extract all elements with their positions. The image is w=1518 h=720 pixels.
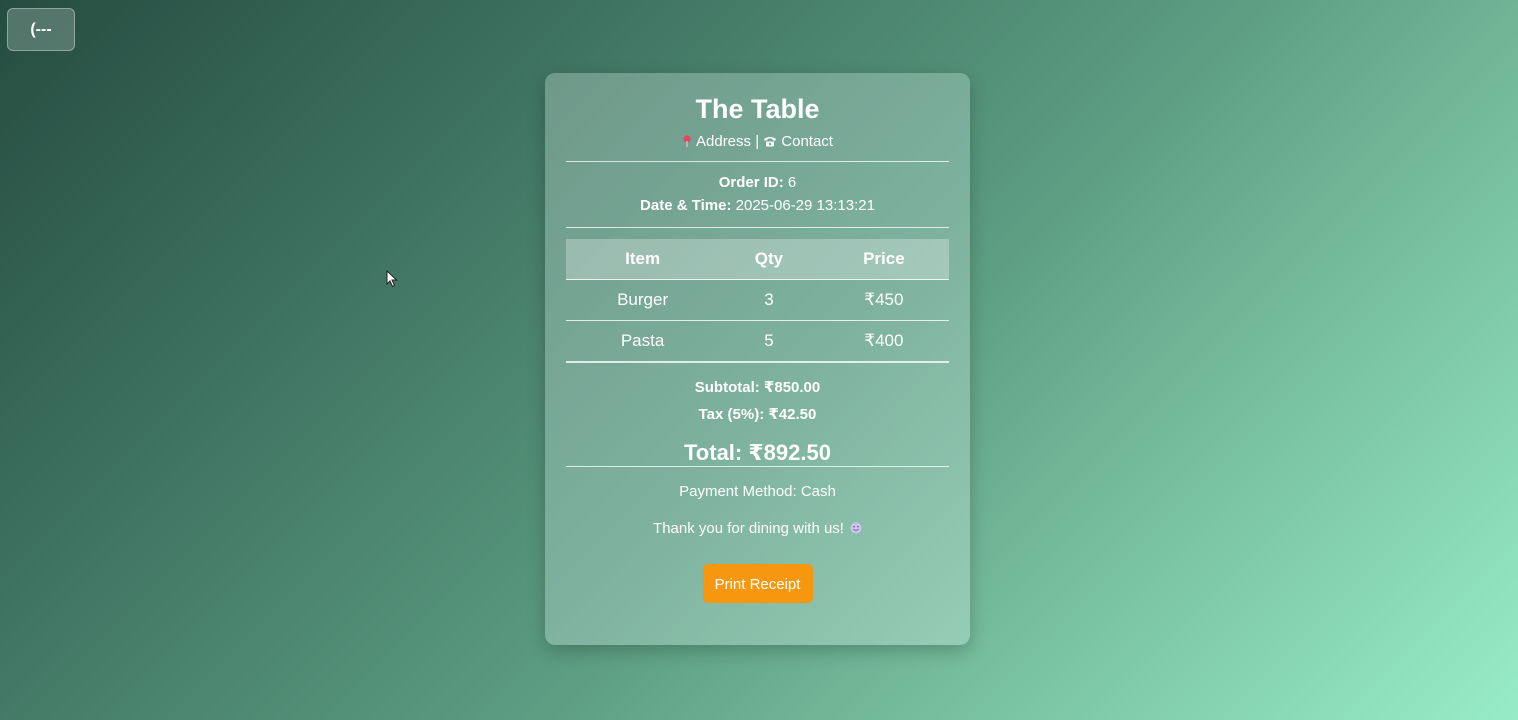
datetime-value: 2025-06-29 13:13:21 [735,197,875,214]
order-id-line: Order ID: 6 [566,171,949,194]
print-receipt-button[interactable]: Print Receipt [702,564,813,603]
order-id-label: Order ID: [718,174,784,191]
thank-you-line: Thank you for dining with us! [566,520,949,538]
table-header-row: Item Qty Price [566,239,949,280]
cell-qty: 3 [719,279,819,321]
receipt-card: The Table Address | Contact Order ID: 6 … [545,73,970,645]
subtotal-label: Subtotal: [694,379,760,396]
pin-icon [683,135,691,147]
grand-total: Total: ₹892.50 [566,440,949,466]
payment-method: Payment Method: Cash [679,483,836,500]
thank-you-text: Thank you for dining with us! [653,520,844,537]
subtotal-line: Subtotal: ₹850.00 [566,374,949,401]
datetime-label: Date & Time: [640,197,732,214]
contact-label: Contact [781,133,833,150]
total-value: ₹892.50 [748,440,831,465]
smile-icon [850,522,862,534]
total-label: Total: [684,440,743,465]
phone-icon [764,137,777,147]
cell-price: ₹400 [818,320,949,362]
cell-item: Burger [566,279,720,321]
table-row: Pasta 5 ₹400 [566,320,949,362]
cell-price: ₹450 [818,279,949,321]
mouse-cursor-icon [386,270,398,288]
tax-line: Tax (5%): ₹42.50 [566,401,949,428]
address-label: Address [696,133,752,150]
order-info: Order ID: 6 Date & Time: 2025-06-29 13:1… [566,162,949,227]
back-button-label: (--- [30,20,52,38]
tax-value: ₹42.50 [768,406,817,423]
contact-line: Address | Contact [566,133,949,151]
subtotal-value: ₹850.00 [763,379,821,396]
header-qty: Qty [719,239,819,280]
divider [566,227,949,228]
header-item: Item [566,239,720,280]
table-row: Burger 3 ₹450 [566,279,949,321]
tax-label: Tax (5%): [698,406,765,423]
order-id-value: 6 [787,174,797,191]
header-price: Price [818,239,949,280]
restaurant-title: The Table [695,94,820,124]
contact-separator: | [755,133,760,150]
totals-section: Subtotal: ₹850.00 Tax (5%): ₹42.50 [566,363,949,428]
back-button[interactable]: (--- [7,8,75,51]
datetime-line: Date & Time: 2025-06-29 13:13:21 [566,194,949,217]
divider [566,466,949,467]
items-table: Item Qty Price Burger 3 ₹450 Pasta 5 ₹40… [566,239,949,362]
cell-qty: 5 [719,320,819,362]
cell-item: Pasta [566,320,720,362]
